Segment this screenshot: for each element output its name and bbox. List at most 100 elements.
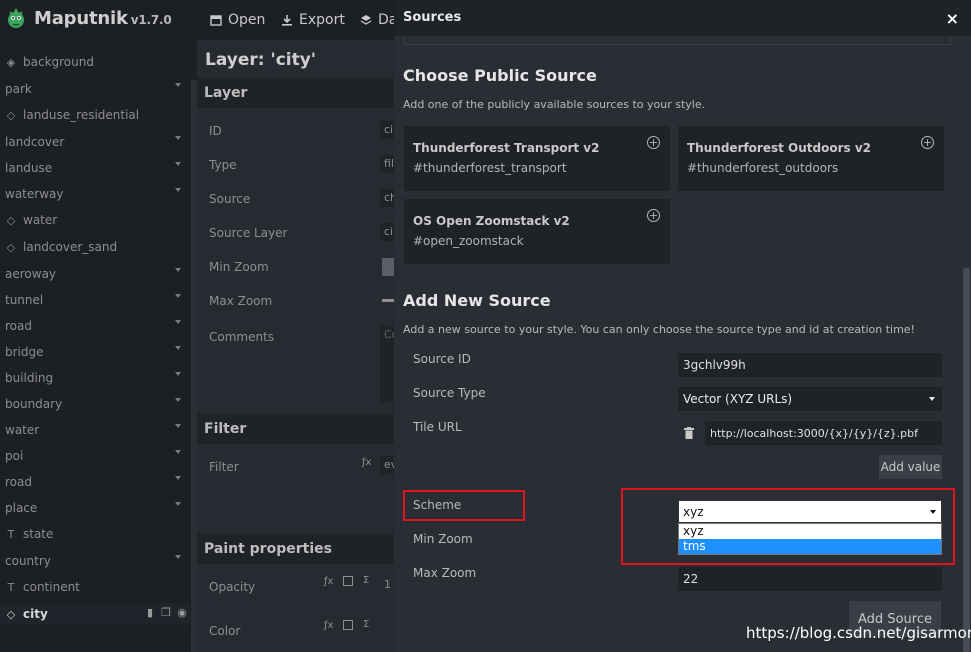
layer-item[interactable]: water bbox=[0, 419, 190, 441]
layer-list: ◈ background park ◇ landuse_residentiallandc… bbox=[0, 40, 191, 652]
chevron-down-icon[interactable] bbox=[175, 294, 181, 298]
layer-item[interactable]: aeroway bbox=[0, 263, 190, 285]
id-input[interactable]: ci bbox=[380, 121, 394, 139]
layer-item[interactable]: poi bbox=[0, 445, 190, 467]
maputnik-logo-icon bbox=[8, 8, 24, 28]
symbol-icon: T bbox=[7, 527, 15, 541]
layer-item-label: country bbox=[5, 554, 51, 568]
data-sources-button[interactable]: Da bbox=[360, 12, 397, 28]
layer-item-label: bridge bbox=[5, 345, 44, 359]
background-icon: ◈ bbox=[6, 55, 16, 69]
layer-item-label: continent bbox=[23, 580, 80, 594]
export-button[interactable]: Export bbox=[281, 12, 345, 28]
min-zoom-label: Min Zoom bbox=[209, 260, 269, 274]
add-value-button[interactable]: Add value bbox=[879, 455, 942, 479]
layer-item-label: city bbox=[23, 607, 48, 621]
filter-section-header[interactable]: Filter bbox=[197, 414, 394, 444]
layer-item[interactable]: bridge bbox=[0, 341, 190, 363]
copy-icon[interactable]: ❐ bbox=[160, 607, 172, 619]
type-select[interactable]: fil bbox=[380, 155, 394, 173]
layer-item[interactable]: park bbox=[0, 78, 190, 100]
chevron-down-icon[interactable] bbox=[175, 476, 181, 480]
export-label: Export bbox=[299, 12, 345, 28]
layer-item[interactable]: road bbox=[0, 315, 190, 337]
app-name: Maputnik bbox=[34, 8, 128, 29]
chevron-down-icon[interactable] bbox=[175, 188, 181, 192]
add-circle-icon[interactable]: + bbox=[647, 136, 660, 149]
max-zoom-input[interactable]: 22 bbox=[678, 567, 942, 591]
color-data-function-icon[interactable]: Σ bbox=[363, 619, 369, 630]
opacity-zoom-function-icon[interactable] bbox=[343, 576, 353, 586]
close-icon[interactable]: × bbox=[946, 9, 959, 28]
layer-item[interactable]: ◇ landuse_residential bbox=[0, 104, 190, 126]
public-source-id: #thunderforest_outdoors bbox=[687, 161, 839, 175]
chevron-down-icon[interactable] bbox=[175, 555, 181, 559]
open-button[interactable]: Open bbox=[210, 12, 265, 28]
new-source-heading: Add New Source bbox=[403, 291, 551, 310]
chevron-down-icon[interactable] bbox=[175, 398, 181, 402]
chevron-down-icon[interactable] bbox=[175, 450, 181, 454]
trash-icon[interactable]: ▮ bbox=[144, 607, 156, 619]
layer-item-label: poi bbox=[5, 449, 24, 463]
chevron-down-icon bbox=[929, 397, 935, 401]
layer-item[interactable]: boundary bbox=[0, 393, 190, 415]
layer-item[interactable]: building bbox=[0, 367, 190, 389]
layer-item[interactable]: ◇ landcover_sand bbox=[0, 236, 190, 258]
source-select[interactable]: ch bbox=[380, 189, 394, 207]
layer-section-header[interactable]: Layer bbox=[197, 78, 394, 108]
layer-item[interactable]: ◇ city ▮ ❐ ◉ bbox=[0, 603, 190, 625]
opacity-data-function-icon[interactable]: Σ bbox=[363, 575, 369, 586]
chevron-down-icon[interactable] bbox=[175, 136, 181, 140]
color-zoom-function-icon[interactable] bbox=[343, 620, 353, 630]
source-id-input[interactable]: 3gchlv99h bbox=[678, 353, 942, 377]
public-source-card[interactable]: OS Open Zoomstack v2 #open_zoomstack + bbox=[404, 199, 670, 264]
source-layer-select[interactable]: ci bbox=[380, 223, 394, 241]
fill-icon: ◇ bbox=[6, 240, 16, 254]
layer-item[interactable]: waterway bbox=[0, 183, 190, 205]
chevron-down-icon[interactable] bbox=[175, 83, 181, 87]
chevron-down-icon[interactable] bbox=[175, 502, 181, 506]
modal-scrollbar-thumb[interactable] bbox=[963, 268, 970, 652]
source-type-select[interactable]: Vector (XYZ URLs) bbox=[678, 387, 942, 411]
layer-item[interactable]: ◇ water bbox=[0, 209, 190, 231]
layer-item[interactable]: landcover bbox=[0, 131, 190, 153]
chevron-down-icon[interactable] bbox=[175, 320, 181, 324]
top-toolbar: Maputnik v1.7.0 Open Export Da bbox=[0, 0, 397, 40]
layer-item[interactable]: country bbox=[0, 550, 190, 572]
max-zoom-slider[interactable] bbox=[382, 299, 394, 302]
modal-title: Sources bbox=[403, 10, 462, 25]
layer-item[interactable]: Tcontinent bbox=[0, 576, 190, 598]
chevron-down-icon[interactable] bbox=[175, 346, 181, 350]
trash-icon[interactable] bbox=[684, 427, 694, 439]
open-label: Open bbox=[228, 12, 266, 28]
chevron-down-icon[interactable] bbox=[175, 424, 181, 428]
public-source-card[interactable]: Thunderforest Outdoors v2 #thunderforest… bbox=[678, 126, 944, 191]
chevron-down-icon[interactable] bbox=[175, 268, 181, 272]
chevron-down-icon[interactable] bbox=[175, 162, 181, 166]
layer-item[interactable]: place bbox=[0, 497, 190, 519]
filter-value[interactable]: ev bbox=[380, 456, 394, 474]
layer-item-label: background bbox=[23, 55, 94, 69]
add-circle-icon[interactable]: + bbox=[647, 209, 660, 222]
layer-item-label: landcover_sand bbox=[23, 240, 118, 254]
public-source-id: #open_zoomstack bbox=[413, 234, 524, 248]
public-source-description: Add one of the publicly available source… bbox=[403, 98, 706, 111]
sources-modal: Sources × Choose Public Source Add one o… bbox=[394, 0, 971, 652]
add-circle-icon[interactable]: + bbox=[921, 136, 934, 149]
layer-item[interactable]: ◈ background bbox=[0, 51, 190, 73]
eye-icon[interactable]: ◉ bbox=[176, 607, 188, 619]
comments-textarea[interactable]: Co bbox=[380, 326, 394, 402]
opacity-value[interactable]: 1 bbox=[380, 576, 394, 594]
tile-url-input[interactable]: http://localhost:3000/{x}/{y}/{z}.pbf bbox=[705, 421, 942, 445]
layer-item[interactable]: tunnel bbox=[0, 289, 190, 311]
opacity-expression-icon[interactable]: ƒx bbox=[324, 576, 333, 587]
layer-item[interactable]: landuse bbox=[0, 157, 190, 179]
public-source-card[interactable]: Thunderforest Transport v2 #thunderfores… bbox=[404, 126, 670, 191]
min-zoom-slider-handle[interactable] bbox=[382, 258, 394, 276]
layer-item[interactable]: road bbox=[0, 471, 190, 493]
layer-item[interactable]: Tstate bbox=[0, 523, 190, 545]
chevron-down-icon[interactable] bbox=[175, 372, 181, 376]
paint-properties-section-header[interactable]: Paint properties bbox=[197, 534, 394, 564]
color-expression-icon[interactable]: ƒx bbox=[324, 620, 333, 631]
expression-icon[interactable]: ƒx bbox=[362, 457, 371, 468]
